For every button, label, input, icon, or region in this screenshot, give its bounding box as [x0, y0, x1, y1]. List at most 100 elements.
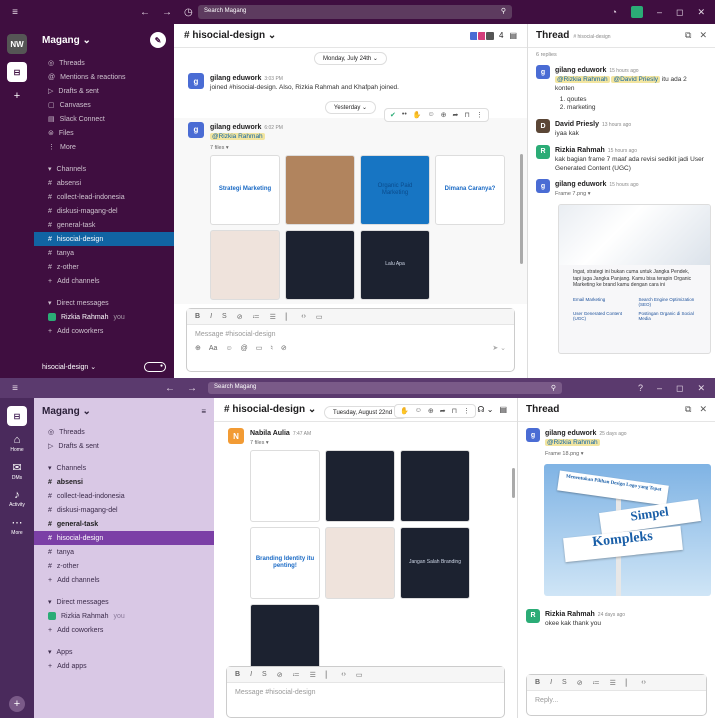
channel-item-absensi[interactable]: # absensi	[42, 176, 166, 190]
link-icon[interactable]: ⊘	[277, 671, 283, 679]
maximize-icon[interactable]: ◻	[676, 383, 683, 394]
file-thumbnail[interactable]: Lalu Apa	[360, 229, 430, 300]
dm-header[interactable]: ▾ Direct messages	[42, 595, 206, 609]
share-icon[interactable]: ➦	[453, 111, 459, 119]
menu-icon[interactable]: ≡	[0, 383, 30, 394]
bullet-list-icon[interactable]: ☰	[310, 671, 316, 679]
file-toggle[interactable]: Frame 18.png ▾	[545, 451, 627, 457]
channels-header[interactable]: ▾ Channels	[42, 162, 166, 176]
forward-arrow-icon[interactable]: →	[187, 383, 197, 394]
reply-input[interactable]: Reply...	[527, 691, 706, 710]
message-input[interactable]: Message #hisocial-design	[227, 683, 504, 702]
thread-channel[interactable]: # hisocial-design	[573, 34, 610, 40]
search-input[interactable]: Search Magang ⚲	[198, 5, 512, 19]
add-icon[interactable]: +	[9, 696, 25, 712]
more-icon[interactable]: ⋮	[476, 111, 483, 119]
channel-item-tanya[interactable]: # tanya	[42, 545, 206, 559]
add-apps-button[interactable]: + Add apps	[42, 659, 206, 673]
add-coworkers-button[interactable]: + Add coworkers	[42, 623, 206, 637]
help-icon[interactable]: ?	[638, 383, 643, 393]
channel-title[interactable]: # hisocial-design ⌄	[224, 404, 316, 415]
message-time[interactable]: 15 hours ago	[608, 148, 637, 154]
message-time[interactable]: 6:02 PM	[264, 125, 283, 131]
channel-item-collect-lead-indonesia[interactable]: # collect-lead-indonesia	[42, 489, 206, 503]
avatar[interactable]: N	[228, 428, 244, 444]
workspace-header[interactable]: Magang ⌄ ✎	[42, 32, 166, 48]
message-author[interactable]: David Priesly	[555, 121, 599, 128]
bookmark-icon[interactable]: ⊓	[464, 111, 469, 119]
file-thumbnail[interactable]	[400, 450, 470, 522]
file-thumbnail[interactable]: Branding Identity itu penting!	[250, 527, 320, 599]
sidebar-item-threads[interactable]: ◎ Threads	[42, 425, 206, 439]
send-icon[interactable]: ➤ ⌄	[492, 344, 506, 352]
code-block-icon[interactable]: ▭	[316, 313, 323, 321]
minimize-icon[interactable]: –	[657, 7, 662, 17]
canvas-icon[interactable]: ▤	[509, 31, 517, 40]
message-time[interactable]: 7:47 AM	[293, 431, 311, 437]
date-divider[interactable]: Monday, July 24th ⌄	[314, 52, 387, 65]
message-time[interactable]: 24 days ago	[598, 612, 625, 618]
emoji-icon[interactable]: ☺	[428, 111, 435, 119]
workspace-header[interactable]: Magang ⌄ ≡	[42, 406, 206, 417]
sidebar-item-drafts-sent[interactable]: ▷ Drafts & sent	[42, 84, 166, 98]
back-arrow-icon[interactable]: ←	[140, 7, 150, 18]
rail-more[interactable]: ⋯ More	[11, 516, 22, 536]
code-block-icon[interactable]: ▭	[356, 671, 363, 679]
add-channels-button[interactable]: + Add channels	[42, 274, 166, 288]
canvas-icon[interactable]: ▤	[499, 405, 507, 414]
ordered-list-icon[interactable]: ≔	[293, 671, 300, 679]
clap-icon[interactable]: ✋	[413, 111, 422, 119]
mic-icon[interactable]: ♮	[270, 344, 273, 352]
italic-icon[interactable]: I	[210, 313, 212, 320]
attached-image[interactable]: Ingat, strategi ini bukan cuma untuk Jan…	[558, 204, 711, 355]
emoji-icon[interactable]: ☺	[225, 345, 232, 352]
filter-icon[interactable]: ≡	[201, 407, 206, 416]
search-input[interactable]: Search Magang ⚲	[208, 382, 562, 394]
channel-item-tanya[interactable]: # tanya	[42, 246, 166, 260]
home-icon[interactable]: ⊟	[7, 62, 27, 82]
channel-item-z-other[interactable]: # z-other	[42, 260, 166, 274]
add-channels-button[interactable]: + Add channels	[42, 573, 206, 587]
file-thumbnail[interactable]: Dimana Caranya?	[435, 154, 505, 225]
link-icon[interactable]: ⊘	[237, 313, 243, 321]
channel-item-diskusi-magang-del[interactable]: # diskusi-magang-del	[42, 503, 206, 517]
quote-icon[interactable]: ▏	[326, 671, 331, 679]
bold-icon[interactable]: B	[195, 313, 200, 320]
rail-activity[interactable]: ♪ Activity	[9, 489, 25, 508]
eyes-icon[interactable]: ••	[402, 111, 407, 119]
dm-header[interactable]: ▾ Direct messages	[42, 296, 166, 310]
message-time[interactable]: 13 hours ago	[602, 122, 631, 128]
menu-icon[interactable]: ≡	[0, 7, 30, 18]
check-icon[interactable]: ✔	[390, 111, 396, 119]
footer-channel[interactable]: hisocial-design ⌄	[42, 363, 96, 371]
channel-item-general-task[interactable]: # general-task	[42, 218, 166, 232]
sidebar-item-threads[interactable]: ◎ Threads	[42, 56, 166, 70]
italic-icon[interactable]: I	[250, 671, 252, 678]
file-thumbnail[interactable]	[325, 450, 395, 522]
message-author[interactable]: gilang eduwork	[555, 181, 606, 188]
scrollbar[interactable]	[512, 468, 515, 498]
sidebar-item-canvases[interactable]: ▢ Canvases	[42, 98, 166, 112]
rail-home[interactable]: ⌂ Home	[10, 434, 23, 453]
channel-item-z-other[interactable]: # z-other	[42, 559, 206, 573]
file-toggle[interactable]: Frame 7.png ▾	[555, 191, 639, 197]
message-author[interactable]: Rizkia Rahmah	[555, 147, 605, 154]
bullet-list-icon[interactable]: ☰	[270, 313, 276, 321]
file-thumbnail[interactable]	[285, 154, 355, 225]
channel-item-hisocial-design[interactable]: # hisocial-design	[34, 232, 174, 246]
rail-dms[interactable]: ✉ DMs	[12, 461, 22, 481]
bold-icon[interactable]: B	[235, 671, 240, 678]
plus-icon[interactable]: ⊕	[195, 344, 201, 352]
message-author[interactable]: gilang eduwork	[555, 67, 606, 74]
channel-item-hisocial-design[interactable]: # hisocial-design	[34, 531, 214, 545]
slash-icon[interactable]: ⊘	[281, 344, 287, 352]
mention[interactable]: @Rizkia Rahmah	[545, 439, 600, 446]
sidebar-item-drafts-sent[interactable]: ▷ Drafts & sent	[42, 439, 206, 453]
quote-icon[interactable]: ▏	[626, 679, 631, 687]
minimize-icon[interactable]: –	[657, 383, 662, 393]
bookmark-icon[interactable]: ⊓	[452, 407, 457, 415]
huddle-toggle[interactable]: ●	[144, 362, 166, 372]
back-arrow-icon[interactable]: ←	[165, 383, 175, 394]
message-author[interactable]: gilang eduwork	[210, 124, 261, 131]
close-icon[interactable]: ✕	[699, 404, 707, 415]
